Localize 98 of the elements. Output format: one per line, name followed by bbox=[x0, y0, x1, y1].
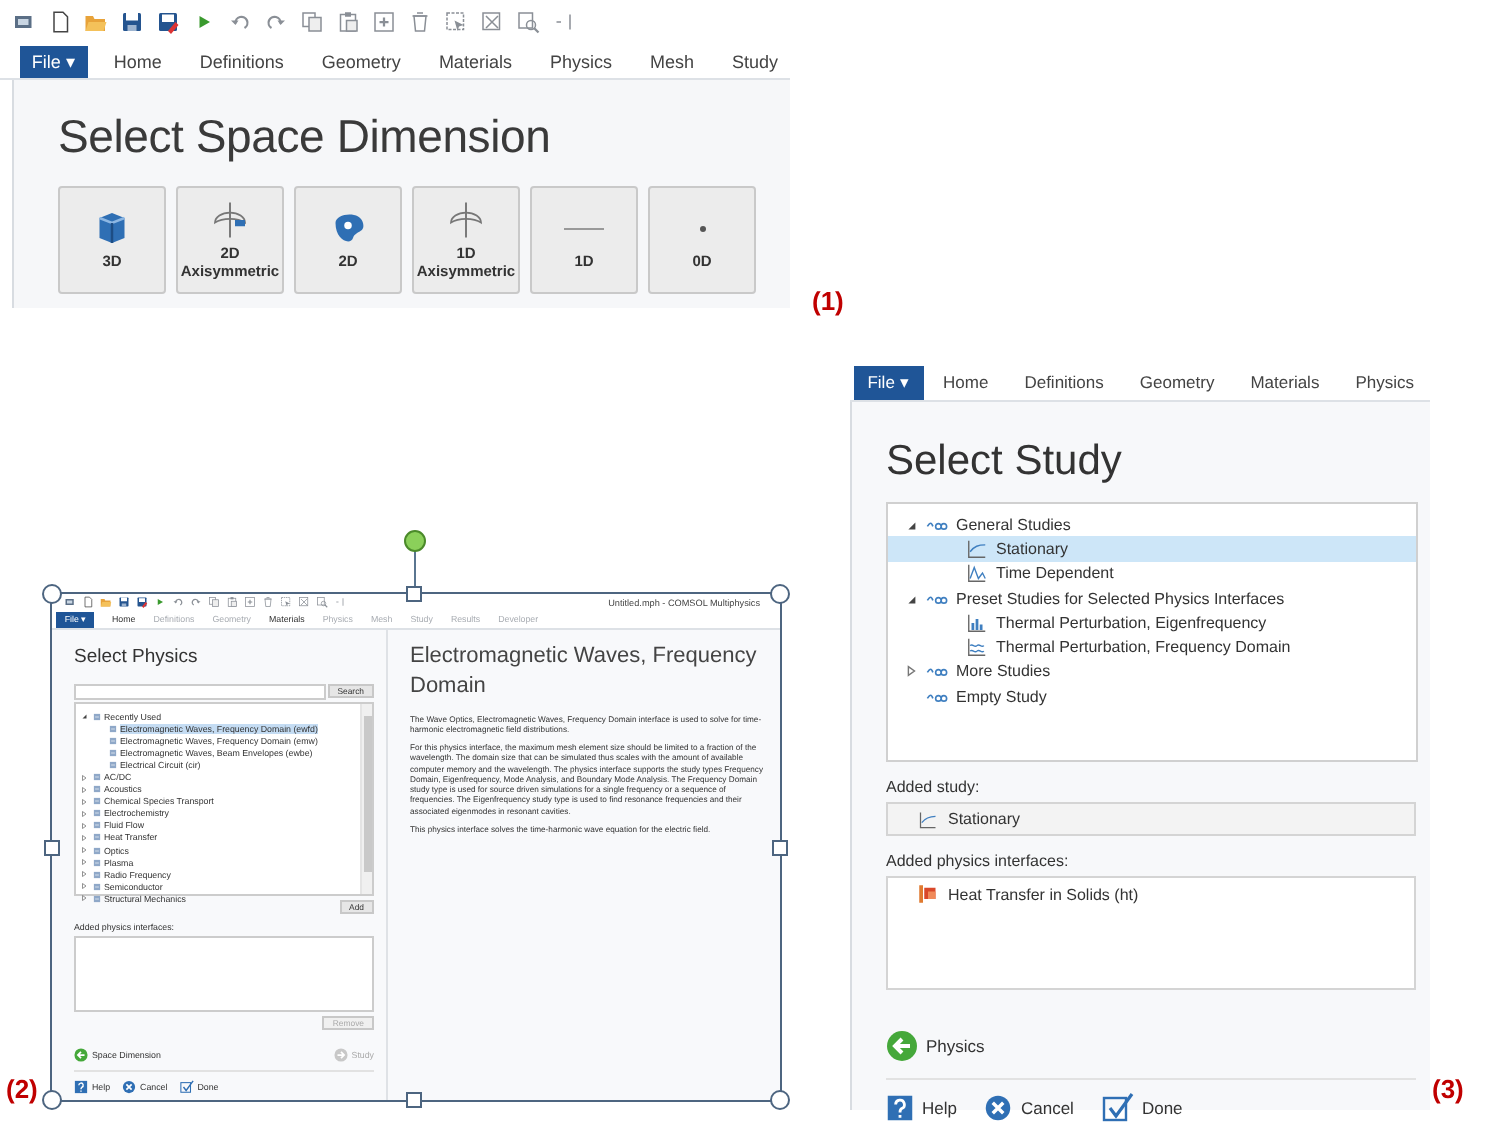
tree-item[interactable]: Empty Study bbox=[888, 684, 1416, 709]
undo-icon[interactable] bbox=[172, 596, 184, 608]
folder-icon[interactable] bbox=[84, 10, 108, 34]
copy-icon[interactable] bbox=[208, 596, 220, 608]
ribbon-tab[interactable]: Physics bbox=[549, 51, 612, 71]
paste-icon[interactable] bbox=[336, 10, 360, 34]
tree-item[interactable]: More Studies bbox=[888, 659, 1416, 685]
resize-handle[interactable] bbox=[772, 840, 788, 856]
save-as-icon[interactable] bbox=[156, 10, 180, 34]
select-icon[interactable] bbox=[444, 10, 468, 34]
axisymmetric-icon bbox=[210, 199, 250, 240]
page-title: Select Study bbox=[886, 436, 1124, 488]
app-icon[interactable] bbox=[64, 596, 76, 608]
page-title: Select Physics bbox=[74, 644, 200, 672]
file-menu-button[interactable]: File ▾ bbox=[854, 365, 924, 399]
select-icon[interactable] bbox=[280, 596, 292, 608]
bar-chart-icon bbox=[966, 611, 988, 634]
ribbon-tab[interactable]: Mesh bbox=[649, 51, 694, 71]
expand-arrow-icon[interactable] bbox=[904, 591, 918, 606]
axisymmetric-icon bbox=[446, 199, 486, 240]
help-button[interactable]: Help bbox=[886, 1092, 957, 1124]
expand-arrow-icon[interactable] bbox=[904, 517, 918, 532]
physics-icon bbox=[92, 711, 102, 722]
zoom-icon[interactable] bbox=[316, 596, 328, 608]
search-field[interactable] bbox=[74, 684, 326, 700]
run-icon[interactable] bbox=[154, 596, 166, 608]
figure-label: (2) bbox=[6, 1074, 38, 1104]
resize-handle[interactable] bbox=[44, 840, 60, 856]
checkbox-icon bbox=[1101, 1092, 1134, 1124]
folder-icon[interactable] bbox=[100, 596, 112, 608]
field-label: Added study: bbox=[886, 778, 982, 798]
redo-icon[interactable] bbox=[264, 10, 288, 34]
chart-icon bbox=[966, 636, 988, 659]
back-button[interactable]: Physics bbox=[886, 1030, 985, 1062]
save-as-icon[interactable] bbox=[136, 596, 148, 608]
resize-handle[interactable] bbox=[406, 586, 422, 602]
rotate-handle[interactable] bbox=[404, 530, 426, 552]
tree-item[interactable]: General Studies bbox=[888, 512, 1416, 537]
copy-icon[interactable] bbox=[300, 10, 324, 34]
redo-icon[interactable] bbox=[190, 596, 202, 608]
study-name: Stationary bbox=[948, 810, 1021, 828]
new-file-icon[interactable] bbox=[48, 10, 72, 34]
paste-icon[interactable] bbox=[226, 596, 238, 608]
save-icon[interactable] bbox=[120, 10, 144, 34]
tree-item[interactable]: Time Dependent bbox=[888, 561, 1416, 586]
file-menu-button[interactable]: File ▾ bbox=[20, 45, 88, 77]
ribbon-tab[interactable]: Materials bbox=[438, 51, 512, 71]
chart-icon bbox=[966, 537, 988, 560]
tree-item[interactable]: Stationary bbox=[888, 536, 1416, 562]
dropdown-icon[interactable] bbox=[552, 10, 576, 34]
trash-icon[interactable] bbox=[408, 10, 432, 34]
app-icon[interactable] bbox=[12, 10, 36, 34]
resize-handle[interactable] bbox=[770, 1090, 790, 1110]
description-title: Electromagnetic Waves, Frequency Domain bbox=[410, 642, 759, 702]
select-icon[interactable] bbox=[298, 596, 310, 608]
chart-icon bbox=[918, 809, 938, 829]
resize-handle[interactable] bbox=[42, 1090, 62, 1110]
duplicate-icon[interactable] bbox=[244, 596, 256, 608]
save-icon[interactable] bbox=[118, 596, 130, 608]
ribbon-tab[interactable]: Home bbox=[113, 51, 162, 71]
duplicate-icon[interactable] bbox=[372, 10, 396, 34]
heat-transfer-icon bbox=[918, 884, 938, 904]
select-icon[interactable] bbox=[480, 10, 504, 34]
dot-icon bbox=[699, 225, 705, 232]
next-arrow-icon bbox=[333, 1048, 348, 1062]
ribbon-tab[interactable]: Definitions bbox=[199, 51, 284, 71]
trash-icon[interactable] bbox=[262, 596, 274, 608]
page-title: Select Space Dimension bbox=[58, 108, 553, 164]
chart-icon bbox=[966, 562, 988, 585]
help-icon bbox=[74, 1080, 88, 1094]
figure-label: (1) bbox=[812, 286, 844, 316]
figure-label: (3) bbox=[1432, 1074, 1464, 1104]
resize-handle[interactable] bbox=[42, 584, 62, 604]
scrollbar[interactable] bbox=[360, 704, 372, 894]
ribbon-tab[interactable]: Geometry bbox=[321, 51, 401, 71]
resize-handle[interactable] bbox=[406, 1092, 422, 1108]
tree-item[interactable]: Thermal Perturbation, Eigenfrequency bbox=[888, 610, 1416, 635]
checkbox-icon bbox=[179, 1080, 194, 1094]
cancel-button[interactable]: Cancel bbox=[984, 1092, 1074, 1124]
ribbon-tab[interactable]: Physics bbox=[1355, 372, 1414, 392]
resize-handle[interactable] bbox=[770, 584, 790, 604]
physics-item[interactable]: Heat Transfer in Solids (ht) bbox=[918, 884, 1414, 904]
back-arrow-icon bbox=[74, 1048, 88, 1062]
undo-icon[interactable] bbox=[228, 10, 252, 34]
cancel-icon bbox=[122, 1080, 137, 1094]
ribbon-tab[interactable]: Materials bbox=[1250, 372, 1320, 392]
tree-item[interactable]: Preset Studies for Selected Physics Interfaces bbox=[888, 585, 1416, 611]
ribbon-tab[interactable]: Geometry bbox=[1139, 372, 1215, 392]
tree-item[interactable]: Thermal Perturbation, Frequency Domain bbox=[888, 634, 1416, 660]
zoom-icon[interactable] bbox=[516, 10, 540, 34]
added-study-field[interactable]: Stationary bbox=[886, 802, 1416, 836]
ribbon-tab[interactable]: Definitions bbox=[1024, 372, 1104, 392]
expand-arrow-icon[interactable] bbox=[904, 664, 918, 679]
field-label: Added physics interfaces: bbox=[886, 852, 1071, 872]
line-icon bbox=[564, 227, 604, 230]
ribbon-tab[interactable]: Study bbox=[731, 51, 778, 71]
ribbon-tab[interactable]: Home bbox=[943, 372, 989, 392]
done-button[interactable]: Done bbox=[1101, 1092, 1183, 1124]
